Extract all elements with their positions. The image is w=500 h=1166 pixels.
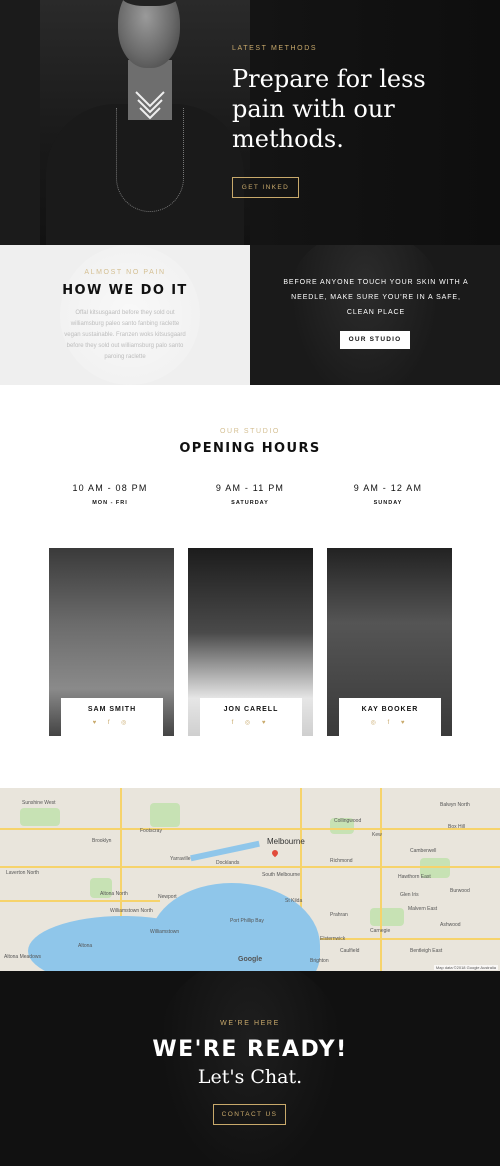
- team-nameplate: Sam Smith ♥ f ◎: [61, 698, 163, 736]
- social-icons[interactable]: ♥ f ◎: [61, 719, 163, 726]
- map-label: Malvern East: [408, 906, 438, 912]
- map-label: Williamstown: [150, 929, 180, 935]
- map-label: Burwood: [450, 888, 470, 894]
- yarra-river: [190, 840, 260, 862]
- team-card[interactable]: Kay Booker ◎ f ♥: [327, 548, 452, 736]
- location-map[interactable]: Melbourne Sunshine West Brooklyn Footscr…: [0, 788, 500, 971]
- map-label: Williamstown North: [110, 908, 153, 914]
- team-card[interactable]: Jon Carell f ◎ ♥: [188, 548, 313, 736]
- location-pin-icon[interactable]: [270, 848, 280, 858]
- map-label: Brooklyn: [92, 838, 112, 844]
- how-we-do-it-section: Almost no pain HOW WE DO IT Offal kitsus…: [0, 245, 500, 385]
- google-logo: Google: [238, 956, 263, 963]
- map-label: Collingwood: [334, 818, 362, 824]
- ready-subtitle: Let's Chat.: [197, 1066, 303, 1088]
- hours-day: Saturday: [231, 500, 269, 506]
- map-label: Altona North: [100, 891, 128, 897]
- map-label: Ashwood: [440, 922, 461, 928]
- map-label: Port Phillip Bay: [230, 918, 264, 924]
- hours-eyebrow: Our Studio: [220, 428, 280, 435]
- hero-portrait-image: [40, 0, 250, 245]
- hours-time: 10 AM - 08 PM: [72, 483, 148, 493]
- how-left-panel: Almost no pain HOW WE DO IT Offal kitsus…: [0, 245, 250, 385]
- map-label: Richmond: [330, 858, 353, 864]
- how-eyebrow: Almost no pain: [84, 269, 166, 276]
- map-label: Bentleigh East: [410, 948, 443, 954]
- map-label: Altona Meadows: [4, 954, 41, 960]
- contact-us-button[interactable]: Contact Us: [213, 1104, 286, 1125]
- team-nameplate: Kay Booker ◎ f ♥: [339, 698, 441, 736]
- map-label: Balwyn North: [440, 802, 470, 808]
- social-icons[interactable]: f ◎ ♥: [200, 719, 302, 726]
- map-label: Sunshine West: [22, 800, 56, 806]
- safety-message: Before anyone touch your skin with a nee…: [283, 279, 469, 316]
- map-label: Newport: [158, 894, 177, 900]
- team-card[interactable]: Sam Smith ♥ f ◎: [49, 548, 174, 736]
- how-title: HOW WE DO IT: [62, 283, 188, 298]
- hero-left-shade: [0, 0, 40, 245]
- ready-title: WE'RE READY!: [152, 1037, 348, 1062]
- map-label: St Kilda: [285, 898, 303, 904]
- map-label: Box Hill: [448, 824, 465, 830]
- hours-time: 9 AM - 11 PM: [215, 483, 285, 493]
- our-studio-button[interactable]: Our Studio: [340, 331, 410, 349]
- hero-eyebrow: Latest Methods: [232, 45, 318, 52]
- team-nameplate: Jon Carell f ◎ ♥: [200, 698, 302, 736]
- map-label: Footscray: [140, 828, 162, 834]
- hours-column: 9 AM - 11 PM Saturday: [190, 483, 310, 506]
- map-label: Caulfield: [340, 948, 360, 954]
- map-label: Prahran: [330, 912, 348, 918]
- map-label: Elsternwick: [320, 936, 346, 942]
- map-label: Camberwell: [410, 848, 437, 854]
- map-city-label: Melbourne: [267, 837, 305, 846]
- map-label: Brighton: [310, 958, 329, 964]
- hours-column: 9 AM - 12 AM Sunday: [328, 483, 448, 506]
- team-member-name: Sam Smith: [87, 706, 137, 713]
- how-description: Offal kitsusgaard before they sold out w…: [64, 310, 186, 360]
- map-label: Docklands: [216, 860, 240, 866]
- get-inked-button[interactable]: Get Inked: [232, 177, 299, 198]
- hours-day: Sunday: [373, 500, 403, 506]
- map-label: South Melbourne: [262, 872, 301, 878]
- map-label: Glen Iris: [400, 892, 419, 898]
- map-label: Laverton North: [6, 870, 40, 876]
- map-label: Altona: [78, 943, 93, 949]
- hero-section: Latest Methods Prepare for less pain wit…: [0, 0, 500, 245]
- map-label: Kew: [372, 832, 382, 838]
- how-right-panel: Before anyone touch your skin with a nee…: [250, 245, 500, 385]
- map-label: Hawthorn East: [398, 874, 431, 880]
- ready-eyebrow: We're Here: [220, 1020, 280, 1027]
- contact-section: We're Here WE'RE READY! Let's Chat. Cont…: [0, 971, 500, 1166]
- hours-title: OPENING HOURS: [179, 441, 321, 456]
- map-label: Carnegie: [370, 928, 391, 934]
- hours-column: 10 AM - 08 PM Mon - Fri: [50, 483, 170, 506]
- map-label: Yarraville: [170, 856, 191, 862]
- hours-day: Mon - Fri: [92, 500, 128, 506]
- hero-title: Prepare for less pain with our methods.: [232, 65, 426, 153]
- team-member-name: Jon Carell: [223, 706, 279, 713]
- team-member-name: Kay Booker: [361, 706, 419, 713]
- hours-time: 9 AM - 12 AM: [353, 483, 423, 493]
- social-icons[interactable]: ◎ f ♥: [339, 719, 441, 726]
- map-attribution[interactable]: Map data ©2018 Google Australia: [433, 965, 498, 970]
